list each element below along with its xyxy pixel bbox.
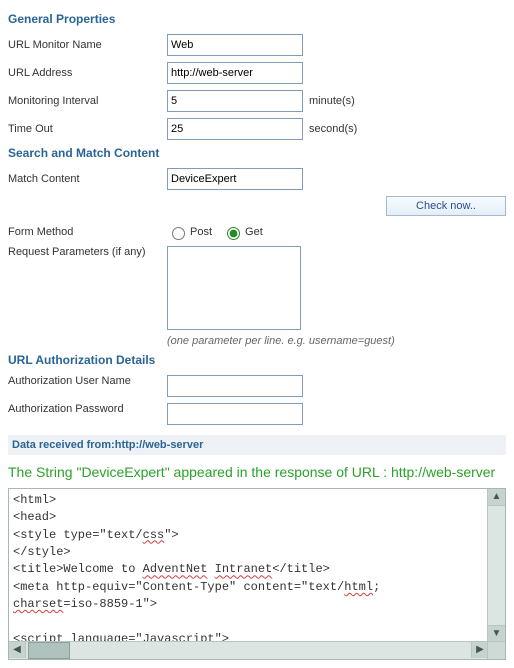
scroll-left-icon[interactable]: ◀ (9, 642, 26, 658)
label-timeout: Time Out (8, 123, 167, 135)
response-viewer: <html> <head> <style type="text/css"> </… (8, 488, 506, 660)
label-monitoring-interval: Monitoring Interval (8, 95, 167, 107)
section-url-auth: URL Authorization Details (8, 353, 506, 367)
match-content-input[interactable] (167, 168, 303, 190)
label-form-method: Form Method (8, 226, 167, 238)
label-request-params: Request Parameters (if any) (8, 246, 167, 258)
url-monitor-name-input[interactable] (167, 34, 303, 56)
form-method-get-radio[interactable] (227, 227, 240, 240)
section-general-properties: General Properties (8, 12, 506, 26)
form-method-post-label: Post (190, 226, 212, 238)
request-params-textarea[interactable] (167, 246, 301, 330)
vertical-scrollbar[interactable]: ▲ ▼ (487, 489, 505, 642)
response-content[interactable]: <html> <head> <style type="text/css"> </… (9, 489, 488, 642)
section-search-match: Search and Match Content (8, 146, 506, 160)
scroll-thumb[interactable] (28, 642, 70, 659)
result-message: The String "DeviceExpert" appeared in th… (8, 463, 506, 482)
auth-user-input[interactable] (167, 375, 303, 397)
url-address-input[interactable] (167, 62, 303, 84)
data-header-url: http://web-server (115, 439, 204, 451)
data-header-prefix: Data received from: (12, 439, 115, 451)
scroll-right-icon[interactable]: ▶ (471, 642, 488, 658)
unit-seconds: second(s) (309, 123, 357, 135)
monitoring-interval-input[interactable] (167, 90, 303, 112)
form-method-post-radio[interactable] (172, 227, 185, 240)
unit-minutes: minute(s) (309, 95, 355, 107)
label-auth-pass: Authorization Password (8, 403, 167, 415)
form-method-get-label: Get (245, 226, 263, 238)
auth-pass-input[interactable] (167, 403, 303, 425)
timeout-input[interactable] (167, 118, 303, 140)
horizontal-scrollbar[interactable]: ◀ ▶ (9, 641, 505, 659)
label-match-content: Match Content (8, 173, 167, 185)
scroll-up-icon[interactable]: ▲ (488, 489, 505, 506)
label-monitor-name: URL Monitor Name (8, 39, 167, 51)
scroll-down-icon[interactable]: ▼ (488, 625, 505, 642)
check-now-button[interactable]: Check now.. (386, 196, 506, 216)
hint-request-params: (one parameter per line. e.g. username=g… (167, 335, 395, 347)
data-received-header: Data received from:http://web-server (8, 435, 506, 455)
scroll-corner (487, 642, 505, 659)
label-auth-user: Authorization User Name (8, 375, 167, 387)
label-url-address: URL Address (8, 67, 167, 79)
